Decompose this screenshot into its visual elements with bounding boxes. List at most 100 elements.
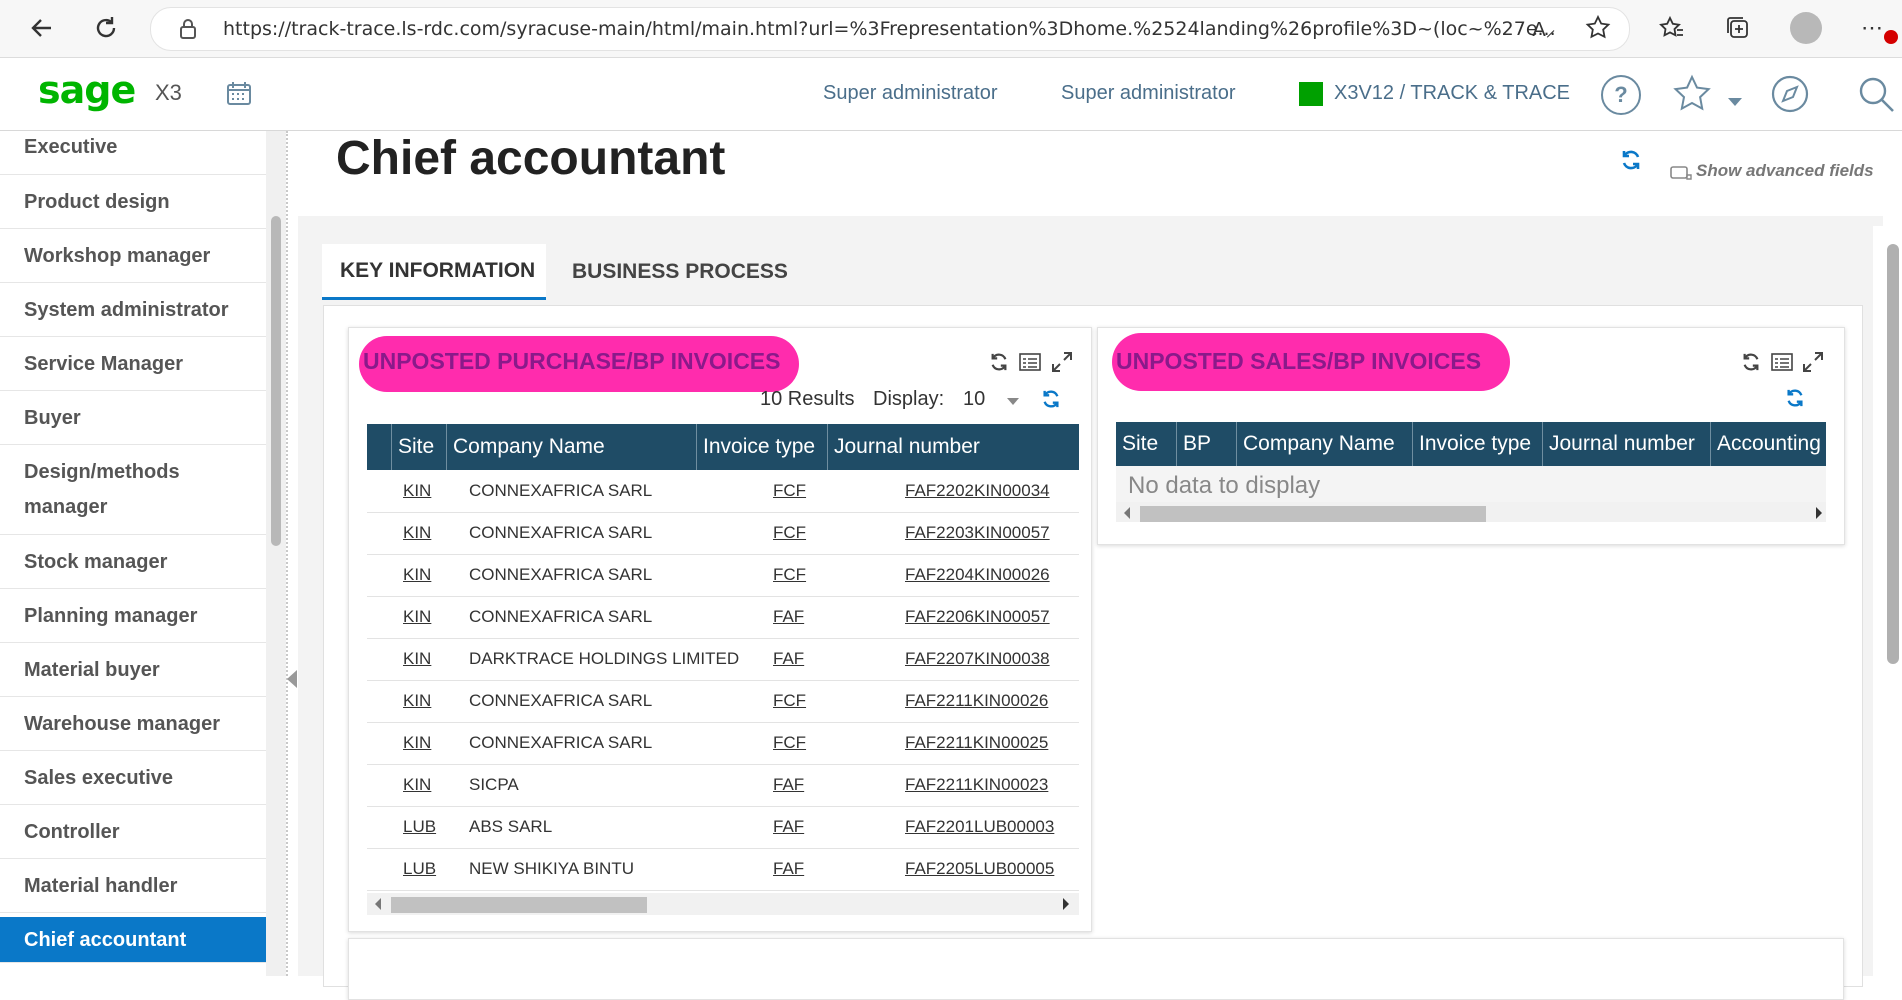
- favorites-icon[interactable]: [1656, 12, 1688, 44]
- address-bar[interactable]: https://track-trace.ls-rdc.com/syracuse-…: [150, 7, 1630, 51]
- site-link[interactable]: KIN: [403, 470, 431, 512]
- scroll-thumb[interactable]: [1140, 506, 1486, 522]
- sidebar-item-sales-executive[interactable]: Sales executive: [0, 751, 266, 805]
- invoice-type-link[interactable]: FAF: [773, 806, 804, 848]
- scroll-right-icon[interactable]: [1063, 898, 1069, 910]
- purchase-grid-scrollbar[interactable]: [367, 893, 1079, 915]
- column-header-invoice-type[interactable]: Invoice type: [1412, 422, 1542, 466]
- page-scroll-thumb[interactable]: [1887, 244, 1899, 664]
- column-header-journal-number[interactable]: Journal number: [1542, 422, 1710, 466]
- sidebar-item-product-design[interactable]: Product design: [0, 175, 266, 229]
- scroll-thumb[interactable]: [391, 897, 647, 913]
- refresh-grid-icon[interactable]: [1785, 388, 1805, 413]
- expand-icon[interactable]: [1051, 351, 1073, 378]
- favorites-dropdown-icon[interactable]: [1728, 98, 1742, 106]
- invoice-type-link[interactable]: FCF: [773, 512, 806, 554]
- display-dropdown-icon[interactable]: [1007, 398, 1019, 405]
- journal-number-link[interactable]: FAF2211KIN00025: [905, 722, 1048, 764]
- more-menu-icon[interactable]: ⋯: [1856, 12, 1888, 44]
- journal-number-link[interactable]: FAF2211KIN00026: [905, 680, 1048, 722]
- sidebar-item-planning-manager[interactable]: Planning manager: [0, 589, 266, 643]
- column-header-company-name[interactable]: Company Name: [446, 424, 696, 470]
- journal-number-link[interactable]: FAF2207KIN00038: [905, 638, 1050, 680]
- sidebar-item-service-manager[interactable]: Service Manager: [0, 337, 266, 391]
- search-icon[interactable]: [1856, 74, 1896, 119]
- sidebar-item-warehouse-manager[interactable]: Warehouse manager: [0, 697, 266, 751]
- list-view-icon[interactable]: [1771, 353, 1793, 376]
- sales-grid-scrollbar[interactable]: [1116, 502, 1826, 522]
- display-select[interactable]: 10: [963, 388, 985, 411]
- invoice-type-link[interactable]: FCF: [773, 680, 806, 722]
- tab-business-process[interactable]: BUSINESS PROCESS: [554, 244, 806, 300]
- refresh-grid-icon[interactable]: [1041, 389, 1061, 414]
- tab-key-information[interactable]: KEY INFORMATION: [322, 244, 546, 300]
- scroll-right-icon[interactable]: [1816, 507, 1822, 519]
- collapse-sidebar-icon[interactable]: [287, 670, 297, 688]
- sidebar-scrollbar[interactable]: [266, 131, 286, 976]
- help-icon[interactable]: ?: [1601, 75, 1641, 115]
- lock-icon[interactable]: [179, 18, 197, 45]
- site-link[interactable]: KIN: [403, 596, 431, 638]
- site-link[interactable]: KIN: [403, 554, 431, 596]
- reload-icon[interactable]: [90, 12, 122, 44]
- sidebar-item-stock-manager[interactable]: Stock manager: [0, 535, 266, 589]
- list-view-icon[interactable]: [1019, 353, 1041, 376]
- column-header-company-name[interactable]: Company Name: [1236, 422, 1412, 466]
- sidebar-item-buyer[interactable]: Buyer: [0, 391, 266, 445]
- column-header-invoice-type[interactable]: Invoice type: [696, 424, 827, 470]
- journal-number-link[interactable]: FAF2202KIN00034: [905, 470, 1050, 512]
- invoice-type-link[interactable]: FAF: [773, 638, 804, 680]
- journal-number-link[interactable]: FAF2205LUB00005: [905, 848, 1054, 890]
- add-favorite-icon[interactable]: [1582, 12, 1614, 44]
- journal-number-link[interactable]: FAF2203KIN00057: [905, 512, 1050, 554]
- column-header-accounting[interactable]: Accounting: [1710, 422, 1826, 466]
- profile-avatar-icon[interactable]: [1790, 12, 1822, 44]
- site-link[interactable]: KIN: [403, 722, 431, 764]
- journal-number-link[interactable]: FAF2206KIN00057: [905, 596, 1050, 638]
- calendar-icon[interactable]: [226, 80, 252, 111]
- show-advanced-fields-link[interactable]: Show advanced fields: [1696, 161, 1874, 181]
- refresh-card-icon[interactable]: [989, 352, 1009, 377]
- sidebar-item-executive[interactable]: Executive: [0, 131, 266, 175]
- site-link[interactable]: KIN: [403, 638, 431, 680]
- invoice-type-link[interactable]: FCF: [773, 470, 806, 512]
- column-header-site[interactable]: Site: [1116, 422, 1176, 466]
- scroll-left-icon[interactable]: [375, 898, 381, 910]
- sidebar-scroll-thumb[interactable]: [271, 216, 281, 546]
- favorites-star-icon[interactable]: [1672, 74, 1712, 119]
- column-header-journal-number[interactable]: Journal number: [827, 424, 1079, 470]
- invoice-type-link[interactable]: FAF: [773, 596, 804, 638]
- sidebar-item-controller[interactable]: Controller: [0, 805, 266, 859]
- invoice-type-link[interactable]: FAF: [773, 848, 804, 890]
- site-link[interactable]: KIN: [403, 764, 431, 806]
- sidebar-item-system-administrator[interactable]: System administrator: [0, 283, 266, 337]
- sidebar-item-material-handler[interactable]: Material handler: [0, 859, 266, 913]
- refresh-page-icon[interactable]: [1620, 149, 1642, 176]
- invoice-type-link[interactable]: FAF: [773, 764, 804, 806]
- refresh-card-icon[interactable]: [1741, 352, 1761, 377]
- site-link[interactable]: KIN: [403, 512, 431, 554]
- site-link[interactable]: KIN: [403, 680, 431, 722]
- user-role[interactable]: Super administrator: [823, 82, 998, 105]
- endpoint-label[interactable]: X3V12 / TRACK & TRACE: [1334, 82, 1570, 105]
- back-arrow-icon[interactable]: [26, 12, 58, 44]
- sidebar-item-chief-accountant[interactable]: Chief accountant: [0, 917, 266, 963]
- sidebar-item-workshop-manager[interactable]: Workshop manager: [0, 229, 266, 283]
- site-link[interactable]: LUB: [403, 806, 436, 848]
- advanced-fields-icon[interactable]: [1670, 165, 1692, 186]
- column-header-bp[interactable]: BP: [1176, 422, 1236, 466]
- journal-number-link[interactable]: FAF2211KIN00023: [905, 764, 1048, 806]
- journal-number-link[interactable]: FAF2201LUB00003: [905, 806, 1054, 848]
- read-aloud-icon[interactable]: A⸝: [1528, 12, 1560, 44]
- sidebar-item-material-buyer[interactable]: Material buyer: [0, 643, 266, 697]
- sidebar-item-design-methods-manager[interactable]: Design/methods manager: [0, 445, 266, 535]
- column-header-site[interactable]: Site: [391, 424, 446, 470]
- scroll-left-icon[interactable]: [1124, 507, 1130, 519]
- invoice-type-link[interactable]: FCF: [773, 554, 806, 596]
- journal-number-link[interactable]: FAF2204KIN00026: [905, 554, 1050, 596]
- invoice-type-link[interactable]: FCF: [773, 722, 806, 764]
- navigation-compass-icon[interactable]: [1770, 74, 1810, 119]
- expand-icon[interactable]: [1802, 351, 1824, 378]
- collections-icon[interactable]: [1722, 12, 1754, 44]
- page-scrollbar[interactable]: [1873, 226, 1902, 976]
